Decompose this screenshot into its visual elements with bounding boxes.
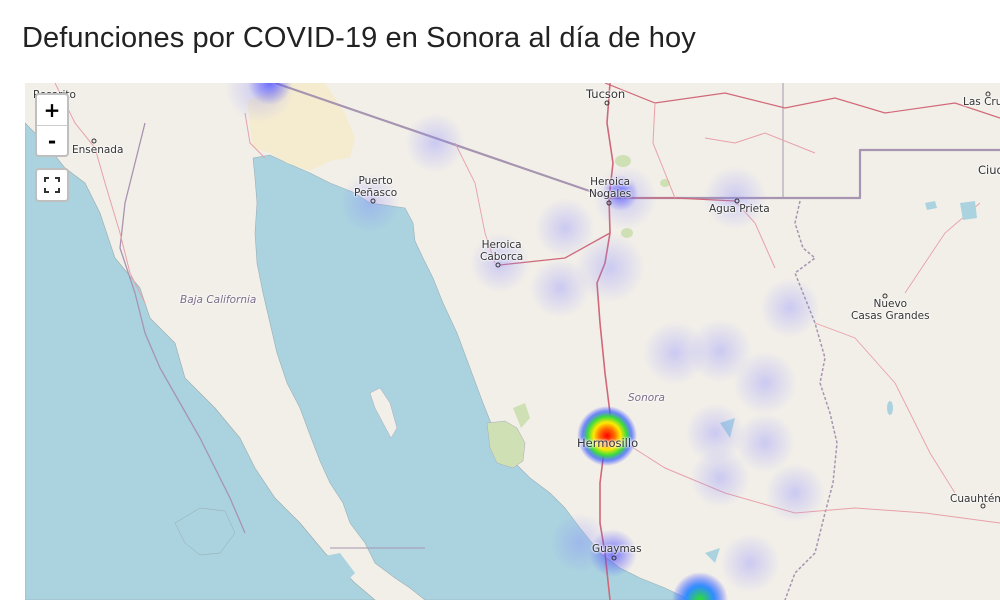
city-label-puerto-penasco: Puerto Peñasco <box>354 175 397 199</box>
city-label-agua-prieta: Agua Prieta <box>709 203 770 215</box>
city-label-ensenada: Ensenada <box>72 144 124 156</box>
city-label-tucson: Tucson <box>586 87 626 101</box>
city-label-las-cruces: Las Cruc <box>963 96 1000 108</box>
city-label-nuevo-casas-grandes-line2: Casas Grandes <box>851 310 930 322</box>
city-label-heroica-caborca: Heroica Caborca <box>480 239 523 263</box>
fullscreen-control <box>35 168 69 202</box>
zoom-control: + - <box>35 93 69 157</box>
fullscreen-icon <box>44 177 60 193</box>
city-label-heroica-nogales-line2: Nogales <box>589 188 632 200</box>
city-label-heroica-caborca-line1: Heroica <box>481 239 522 251</box>
city-label-nuevo-casas-grandes-line1: Nuevo <box>873 298 908 310</box>
region-label-baja-california: Baja California <box>180 294 257 306</box>
city-label-puerto-penasco-line1: Puerto <box>358 175 393 187</box>
city-label-ciudad: Ciud <box>978 163 1000 177</box>
fullscreen-button[interactable] <box>37 170 67 200</box>
city-label-heroica-caborca-line2: Caborca <box>480 251 524 263</box>
city-label-hermosillo: Hermosillo <box>577 436 639 450</box>
map-tiles[interactable] <box>25 83 1000 600</box>
city-label-nuevo-casas-grandes: Nuevo Casas Grandes <box>851 298 930 322</box>
city-label-guaymas: Guaymas <box>592 543 642 555</box>
zoom-in-button[interactable]: + <box>37 95 67 126</box>
zoom-out-button[interactable]: - <box>37 126 67 156</box>
page-title: Defunciones por COVID-19 en Sonora al dí… <box>22 22 696 54</box>
city-label-heroica-nogales: Heroica Nogales <box>589 176 631 200</box>
city-label-puerto-penasco-line2: Peñasco <box>354 187 398 199</box>
map-container[interactable]: Baja California Sonora Rosarito Ensenada… <box>25 83 1000 600</box>
city-label-heroica-nogales-line1: Heroica <box>590 176 631 188</box>
city-label-cuauhtemoc: Cuauhtém <box>950 493 1000 505</box>
region-label-sonora: Sonora <box>628 392 665 404</box>
